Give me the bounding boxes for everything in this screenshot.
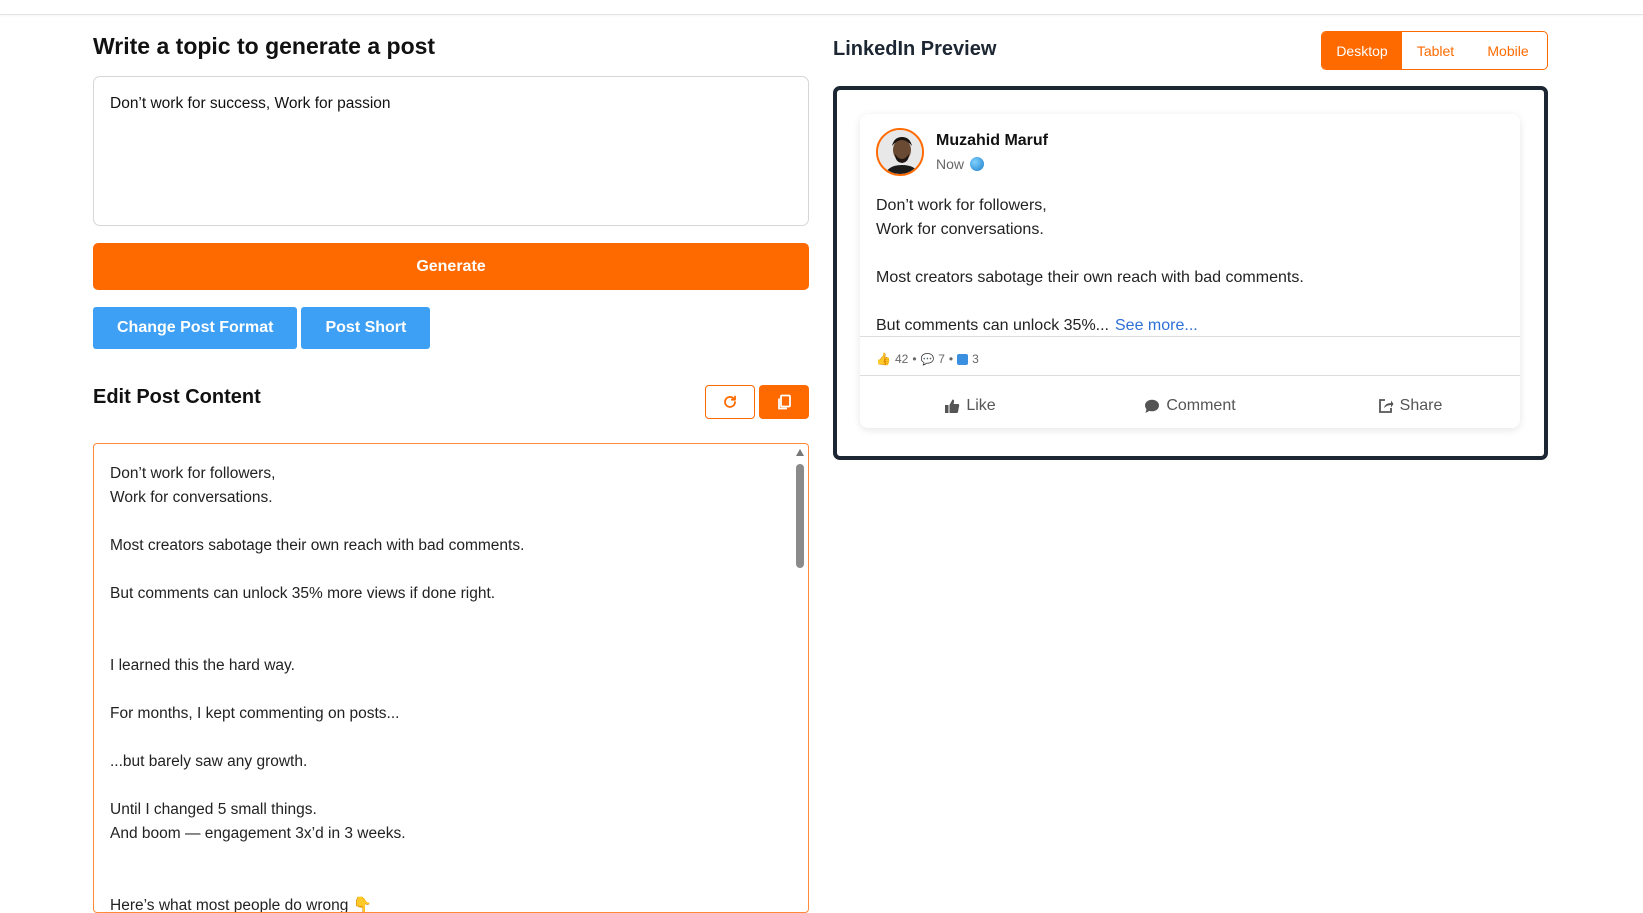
tab-mobile[interactable]: Mobile <box>1469 32 1547 69</box>
thumbs-up-icon <box>945 399 960 413</box>
preview-frame: Muzahid Maruf Now Don’t work for followe… <box>833 86 1548 460</box>
avatar-image <box>878 130 922 174</box>
post-body: Don’t work for followers, Work for conve… <box>876 194 1496 338</box>
post-meta: Now <box>936 156 985 172</box>
scroll-thumb[interactable] <box>796 464 804 568</box>
tab-tablet[interactable]: Tablet <box>1402 32 1469 69</box>
repost-icon <box>957 353 969 365</box>
post-content-editor[interactable]: Don’t work for followers, Work for conve… <box>93 443 809 913</box>
top-bar <box>0 0 1643 15</box>
post-text: Don’t work for followers, Work for conve… <box>876 197 1304 334</box>
like-button[interactable]: Like <box>860 386 1080 426</box>
change-post-format-button[interactable]: Change Post Format <box>93 307 298 349</box>
generator-panel: Write a topic to generate a post Don’t w… <box>93 30 809 913</box>
topic-input[interactable]: Don’t work for success, Work for passion <box>93 76 809 226</box>
comment-label: Comment <box>1166 397 1236 414</box>
device-toggle: Desktop Tablet Mobile <box>1321 31 1548 70</box>
editor-scrollbar[interactable] <box>794 446 806 912</box>
divider <box>860 336 1520 337</box>
like-reaction-icon: 👍 <box>876 352 891 366</box>
comment-bubble-icon: 💬 <box>920 353 935 366</box>
copy-icon <box>778 394 791 409</box>
repost-count: 3 <box>972 352 979 366</box>
comment-button[interactable]: Comment <box>1080 386 1300 426</box>
generate-button[interactable]: Generate <box>93 243 809 290</box>
like-label: Like <box>966 397 996 414</box>
share-button[interactable]: Share <box>1300 386 1520 426</box>
see-more-link[interactable]: See more... <box>1115 317 1198 334</box>
post-actions: Like Comment Share <box>860 386 1520 426</box>
post-short-button[interactable]: Post Short <box>301 307 431 349</box>
divider <box>860 375 1520 376</box>
preview-heading: LinkedIn Preview <box>833 38 997 60</box>
format-buttons: Change Post Format Post Short <box>93 307 809 349</box>
stats-separator: • <box>948 352 954 366</box>
author-name[interactable]: Muzahid Maruf <box>936 132 1048 150</box>
like-count: 42 <box>894 352 909 366</box>
stats-separator: • <box>912 352 917 366</box>
tab-desktop[interactable]: Desktop <box>1322 32 1402 69</box>
comment-icon <box>1145 399 1160 413</box>
linkedin-post-card: Muzahid Maruf Now Don’t work for followe… <box>860 114 1520 428</box>
topic-heading: Write a topic to generate a post <box>93 33 436 59</box>
edit-header: Edit Post Content <box>93 385 809 421</box>
refresh-button[interactable] <box>705 385 755 419</box>
post-stats: 👍 42 • 💬 7 • 3 <box>876 352 979 366</box>
share-label: Share <box>1399 397 1443 414</box>
globe-icon <box>970 157 985 171</box>
editor-text[interactable]: Don’t work for followers, Work for conve… <box>94 444 808 912</box>
copy-button[interactable] <box>759 385 809 419</box>
scroll-up-icon[interactable] <box>796 449 804 456</box>
edit-heading: Edit Post Content <box>93 386 261 408</box>
post-time: Now <box>936 156 965 172</box>
comment-count: 7 <box>938 352 945 366</box>
avatar <box>876 128 924 176</box>
refresh-icon <box>724 395 736 408</box>
share-icon <box>1378 399 1394 413</box>
